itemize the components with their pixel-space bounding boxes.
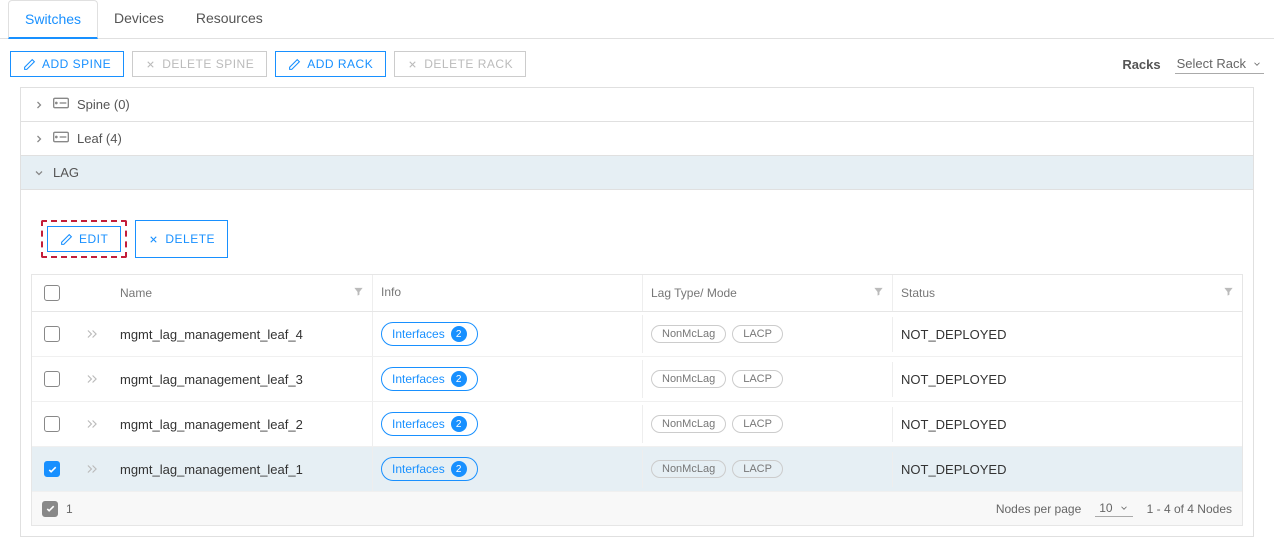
lag-body: EDIT DELETE Name Info Lag Type/ Mode xyxy=(21,190,1253,536)
delete-rack-button: DELETE RACK xyxy=(394,51,526,77)
table-row: mgmt_lag_management_leaf_4 Interfaces 2 … xyxy=(32,312,1242,357)
lag-mode-pill: LACP xyxy=(732,460,783,478)
lag-table: Name Info Lag Type/ Mode Status mgmt_lag… xyxy=(31,274,1243,526)
close-icon xyxy=(148,234,159,245)
row-name: mgmt_lag_management_leaf_2 xyxy=(120,417,303,432)
lag-type-pill: NonMcLag xyxy=(651,325,726,343)
row-name: mgmt_lag_management_leaf_4 xyxy=(120,327,303,342)
pencil-icon xyxy=(23,58,36,71)
lag-type-pill: NonMcLag xyxy=(651,415,726,433)
page-range: 1 - 4 of 4 Nodes xyxy=(1147,502,1232,516)
lag-mode-pill: LACP xyxy=(732,370,783,388)
chevron-down-icon xyxy=(1252,59,1262,69)
add-rack-button[interactable]: ADD RACK xyxy=(275,51,386,77)
table-header: Name Info Lag Type/ Mode Status xyxy=(32,275,1242,312)
edit-button[interactable]: EDIT xyxy=(47,226,121,252)
add-spine-button[interactable]: ADD SPINE xyxy=(10,51,124,77)
row-name: mgmt_lag_management_leaf_1 xyxy=(120,462,303,477)
per-page-select[interactable]: 10 xyxy=(1095,500,1132,517)
pencil-icon xyxy=(60,233,73,246)
row-checkbox[interactable] xyxy=(44,326,60,342)
chevron-right-icon xyxy=(33,133,45,145)
expand-row[interactable] xyxy=(72,327,112,341)
close-icon xyxy=(145,59,156,70)
interfaces-count: 2 xyxy=(451,326,467,342)
toolbar: ADD SPINE DELETE SPINE ADD RACK DELETE R… xyxy=(0,39,1274,87)
per-page-label: Nodes per page xyxy=(996,502,1081,516)
table-row: mgmt_lag_management_leaf_2 Interfaces 2 … xyxy=(32,402,1242,447)
row-checkbox[interactable] xyxy=(44,371,60,387)
delete-button[interactable]: DELETE xyxy=(135,220,228,258)
racks-label: Racks xyxy=(1122,57,1160,72)
chevron-right-icon xyxy=(33,99,45,111)
group-spine[interactable]: Spine (0) xyxy=(21,88,1253,122)
filter-icon[interactable] xyxy=(1223,286,1234,300)
interfaces-pill[interactable]: Interfaces 2 xyxy=(381,457,478,481)
table-row: mgmt_lag_management_leaf_3 Interfaces 2 … xyxy=(32,357,1242,402)
interfaces-pill[interactable]: Interfaces 2 xyxy=(381,367,478,391)
group-lag[interactable]: LAG xyxy=(21,156,1253,190)
column-status: Status xyxy=(901,286,935,300)
chevron-down-icon xyxy=(33,167,45,179)
rack-selector[interactable]: Select Rack xyxy=(1175,54,1264,74)
lag-mode-pill: LACP xyxy=(732,415,783,433)
lag-mode-pill: LACP xyxy=(732,325,783,343)
expand-row[interactable] xyxy=(72,417,112,431)
delete-spine-button: DELETE SPINE xyxy=(132,51,267,77)
row-checkbox[interactable] xyxy=(44,461,60,477)
close-icon xyxy=(407,59,418,70)
select-all-checkbox[interactable] xyxy=(44,285,60,301)
device-icon xyxy=(53,97,69,112)
interfaces-count: 2 xyxy=(451,461,467,477)
expand-row[interactable] xyxy=(72,372,112,386)
row-name: mgmt_lag_management_leaf_3 xyxy=(120,372,303,387)
column-lag: Lag Type/ Mode xyxy=(651,286,737,300)
group-leaf[interactable]: Leaf (4) xyxy=(21,122,1253,156)
row-status: NOT_DEPLOYED xyxy=(901,417,1006,432)
device-icon xyxy=(53,131,69,146)
table-footer: 1 Nodes per page 10 1 - 4 of 4 Nodes xyxy=(32,492,1242,525)
interfaces-count: 2 xyxy=(451,371,467,387)
interfaces-pill[interactable]: Interfaces 2 xyxy=(381,322,478,346)
row-status: NOT_DEPLOYED xyxy=(901,372,1006,387)
tab-resources[interactable]: Resources xyxy=(180,0,279,38)
pencil-icon xyxy=(288,58,301,71)
edit-highlight: EDIT xyxy=(41,220,127,258)
table-row: mgmt_lag_management_leaf_1 Interfaces 2 … xyxy=(32,447,1242,492)
filter-icon[interactable] xyxy=(353,286,364,300)
chevron-down-icon xyxy=(1119,503,1129,513)
row-status: NOT_DEPLOYED xyxy=(901,327,1006,342)
lag-type-pill: NonMcLag xyxy=(651,370,726,388)
row-status: NOT_DEPLOYED xyxy=(901,462,1006,477)
lag-type-pill: NonMcLag xyxy=(651,460,726,478)
tab-devices[interactable]: Devices xyxy=(98,0,180,38)
selected-count: 1 xyxy=(66,502,73,516)
tabs: Switches Devices Resources xyxy=(0,0,1274,39)
interfaces-count: 2 xyxy=(451,416,467,432)
filter-icon[interactable] xyxy=(873,286,884,300)
column-name: Name xyxy=(120,286,152,300)
footer-selected-indicator[interactable] xyxy=(42,501,58,517)
tab-switches[interactable]: Switches xyxy=(8,0,98,39)
expand-row[interactable] xyxy=(72,462,112,476)
row-checkbox[interactable] xyxy=(44,416,60,432)
main-panel: Spine (0) Leaf (4) LAG EDIT DELETE xyxy=(20,87,1254,537)
column-info: Info xyxy=(381,285,401,299)
interfaces-pill[interactable]: Interfaces 2 xyxy=(381,412,478,436)
